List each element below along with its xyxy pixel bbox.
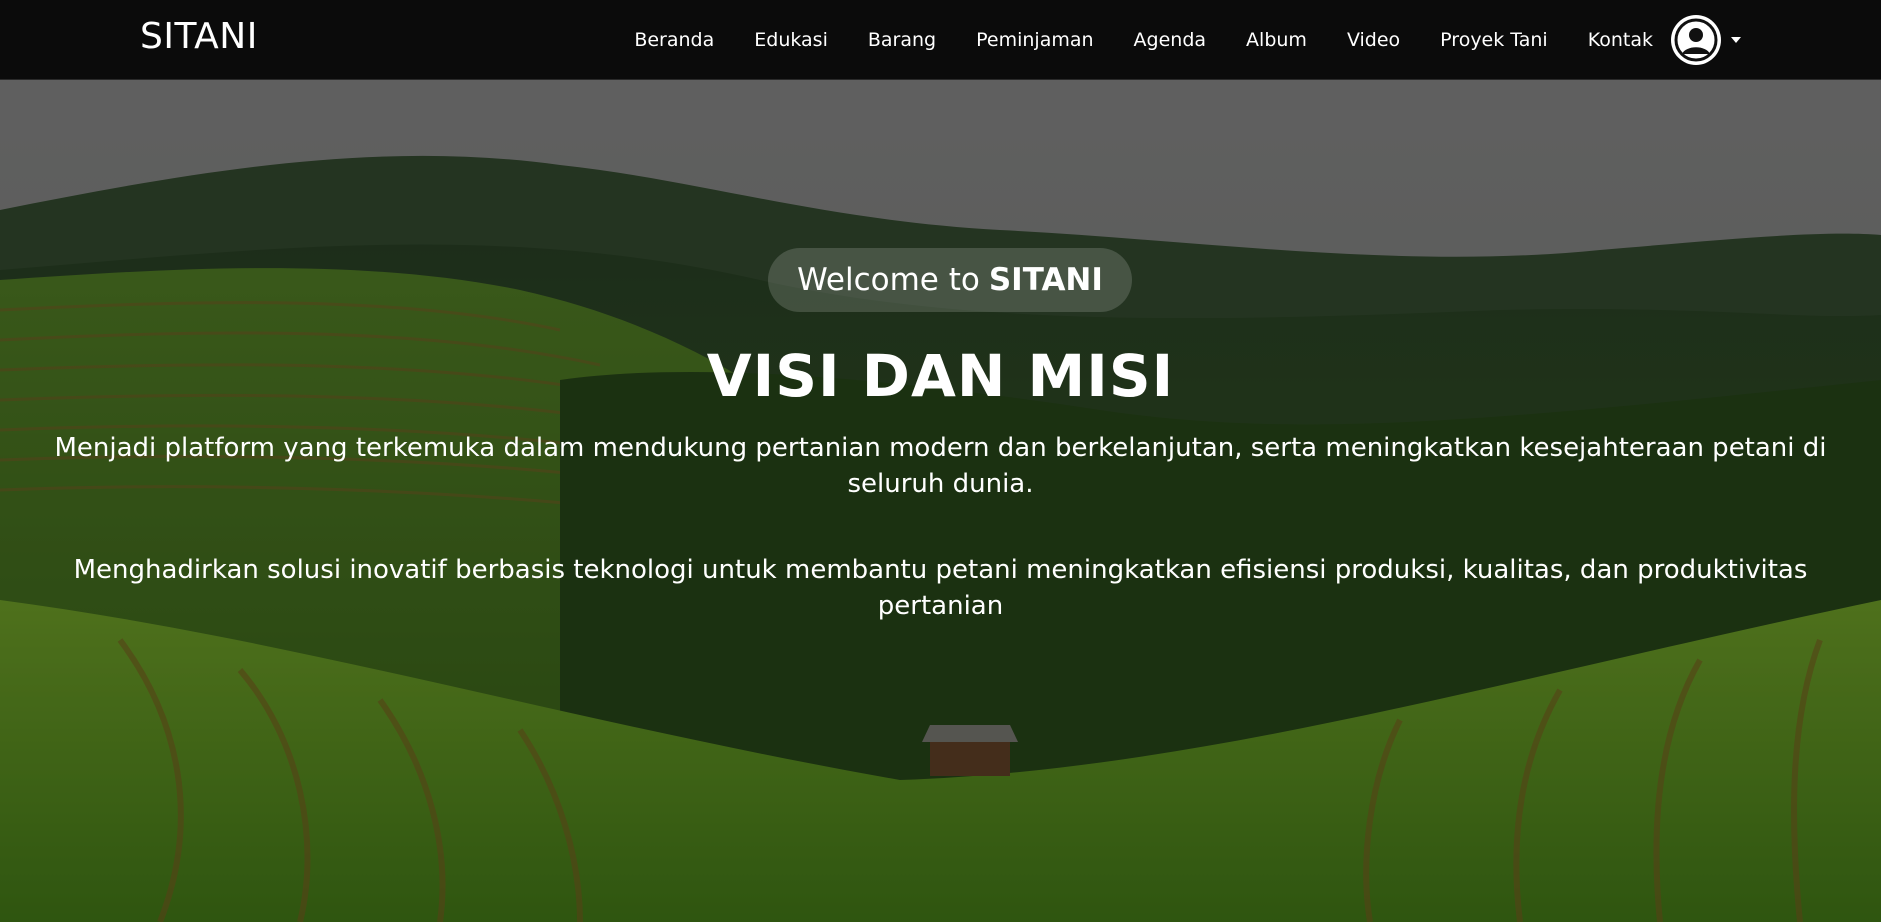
hero-section: Welcome to SITANI VISI DAN MISI Menjadi … (0, 80, 1881, 922)
caret-down-icon (1731, 37, 1741, 43)
vision-text: Menjadi platform yang terkemuka dalam me… (54, 433, 1827, 499)
welcome-brand: SITANI (988, 262, 1103, 298)
mission-text: Menghadirkan solusi inovatif berbasis te… (73, 555, 1808, 621)
user-menu-dropdown[interactable] (1671, 15, 1741, 65)
hero-title: VISI DAN MISI (706, 342, 1175, 410)
user-circle-icon (1671, 15, 1721, 65)
nav-item-video[interactable]: Video (1347, 29, 1400, 51)
welcome-prefix: Welcome to (797, 262, 980, 298)
nav-item-kontak[interactable]: Kontak (1588, 29, 1653, 51)
nav-item-album[interactable]: Album (1246, 29, 1307, 51)
nav-item-edukasi[interactable]: Edukasi (754, 29, 828, 51)
nav-item-agenda[interactable]: Agenda (1134, 29, 1207, 51)
brand-logo[interactable]: SITANI (140, 16, 258, 57)
nav-item-beranda[interactable]: Beranda (634, 29, 714, 51)
nav-item-peminjaman[interactable]: Peminjaman (976, 29, 1093, 51)
nav-menu: Beranda Edukasi Barang Peminjaman Agenda… (634, 0, 1741, 80)
welcome-badge: Welcome to SITANI (768, 248, 1132, 312)
nav-item-proyek-tani[interactable]: Proyek Tani (1440, 29, 1548, 51)
navbar: SITANI Beranda Edukasi Barang Peminjaman… (0, 0, 1881, 80)
nav-item-barang[interactable]: Barang (868, 29, 936, 51)
